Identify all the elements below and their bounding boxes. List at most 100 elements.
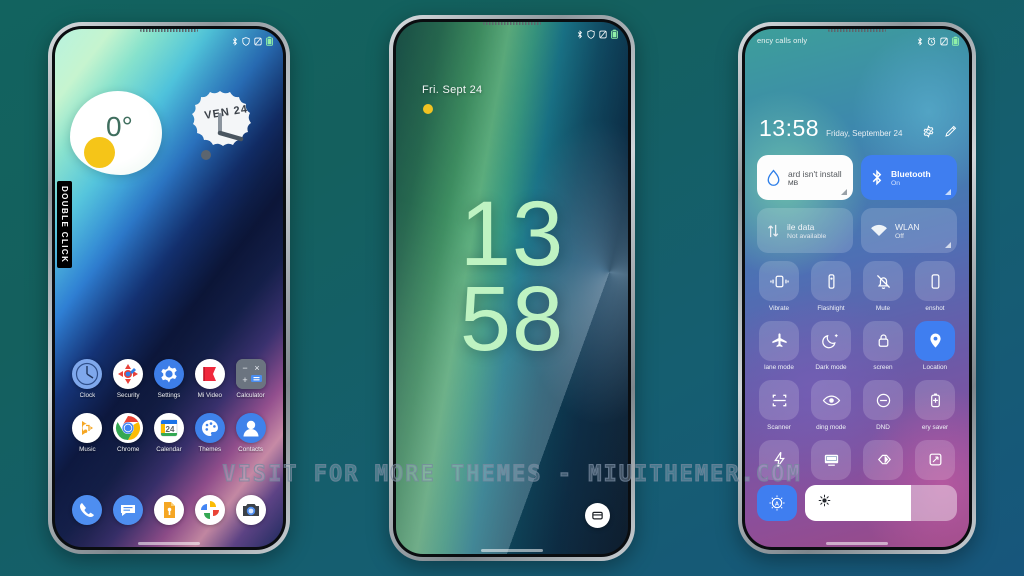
qs-item[interactable]: enshot: [913, 261, 957, 312]
home-indicator[interactable]: [138, 542, 200, 545]
bluetooth-icon: [232, 36, 237, 46]
qs-item[interactable]: Vibrate: [757, 261, 801, 312]
app-label: Contacts: [238, 446, 264, 453]
control-center-time: 13:58: [759, 115, 820, 141]
qs-item[interactable]: Dark mode: [809, 320, 853, 371]
pencil-icon[interactable]: [944, 125, 957, 138]
dock-item[interactable]: [149, 495, 190, 525]
app-item[interactable]: 24 Calendar: [149, 413, 190, 453]
svg-text:×: ×: [254, 363, 259, 373]
qs-item[interactable]: ding mode: [809, 380, 853, 431]
control-center-date: Friday, September 24: [826, 129, 903, 138]
qs-button[interactable]: [759, 261, 799, 301]
clock-icon: [72, 359, 103, 389]
app-item[interactable]: Chrome: [108, 413, 149, 453]
app-label: Calendar: [156, 446, 182, 453]
qs-item[interactable]: Location: [913, 320, 957, 371]
qs-label: Mute: [875, 304, 891, 312]
scanner-icon: [772, 394, 786, 406]
qs-button[interactable]: [863, 320, 903, 361]
tile-expand-corner[interactable]: [841, 189, 847, 195]
tile-title: ard isn't install: [788, 168, 842, 179]
brightness-slider[interactable]: [805, 485, 957, 521]
qs-label: ery saver: [921, 423, 949, 431]
qs-item[interactable]: DND: [861, 380, 905, 431]
qs-button[interactable]: [811, 261, 851, 301]
qs-item[interactable]: ery saver: [913, 380, 957, 431]
tile-expand-corner[interactable]: [945, 189, 951, 195]
weather-temperature: 0°: [106, 111, 133, 142]
dock-item[interactable]: [230, 495, 271, 525]
tile-sub: Off: [895, 232, 904, 240]
dock-item[interactable]: [108, 495, 149, 525]
tile-mobile-data[interactable]: ile data Not available: [757, 208, 853, 253]
files-icon: [153, 495, 184, 525]
alarm-icon: [927, 36, 936, 46]
qs-button[interactable]: [863, 261, 903, 301]
qs-item[interactable]: Scanner: [757, 380, 801, 431]
dnd-icon: [876, 393, 890, 407]
wallet-button[interactable]: [585, 503, 610, 528]
lock-screen-date: Fri. Sept 24: [422, 84, 483, 96]
tile-sub: Not available: [787, 232, 827, 240]
tile-wlan[interactable]: WLAN Off: [861, 208, 957, 253]
app-label: Calculator: [236, 392, 265, 399]
qs-item[interactable]: lane mode: [757, 320, 801, 371]
app-item[interactable]: Settings: [149, 359, 190, 399]
qs-button[interactable]: [915, 261, 955, 301]
big-tiles: ard isn't install MB Bluetooth On ile da…: [757, 155, 957, 253]
tile-title: Bluetooth: [891, 168, 931, 179]
clock-hours: 13: [459, 183, 565, 285]
qs-item[interactable]: Mute: [861, 261, 905, 312]
dock-item[interactable]: [67, 495, 108, 525]
qs-label: Vibrate: [768, 304, 790, 312]
screenshot-icon: [931, 273, 939, 289]
qs-label: Scanner: [767, 423, 791, 431]
gear-icon: [153, 359, 184, 389]
tile-bluetooth[interactable]: Bluetooth On: [861, 155, 957, 200]
bell-off-icon: [876, 274, 890, 289]
qs-item[interactable]: screen: [861, 320, 905, 371]
app-item[interactable]: Clock: [67, 359, 108, 399]
app-label: Mi Video: [197, 392, 222, 399]
qs-item[interactable]: Flashlight: [809, 261, 853, 312]
clock-widget[interactable]: VEN 24: [175, 89, 265, 177]
app-item[interactable]: Music: [67, 413, 108, 453]
home-indicator[interactable]: [481, 549, 543, 552]
tile-storage[interactable]: ard isn't install MB: [757, 155, 853, 200]
photos-icon: [194, 495, 225, 525]
auto-brightness-button[interactable]: A: [757, 485, 797, 521]
qs-button[interactable]: [811, 380, 851, 420]
qs-button[interactable]: [759, 380, 799, 420]
qs-button[interactable]: [863, 380, 903, 420]
qs-button[interactable]: [915, 320, 955, 361]
phone-icon: [72, 495, 103, 525]
app-item[interactable]: − × + Calculator: [230, 359, 271, 399]
bluetooth-icon: [872, 169, 882, 185]
dock: [67, 495, 271, 525]
water-drop-icon: [767, 168, 780, 186]
app-item[interactable]: Themes: [189, 413, 230, 453]
qs-button[interactable]: [759, 320, 799, 361]
dock-item[interactable]: [189, 495, 230, 525]
screenshot-stage: DOUBLE CLICK 0° VEN 24 Clock Security Se…: [0, 0, 1024, 576]
qs-button[interactable]: [811, 320, 851, 361]
qs-button[interactable]: [915, 380, 955, 420]
security-icon: [113, 359, 144, 389]
home-indicator[interactable]: [826, 542, 888, 545]
control-center-actions: [922, 125, 957, 140]
weather-widget[interactable]: 0°: [70, 91, 162, 175]
app-item[interactable]: Mi Video: [189, 359, 230, 399]
app-item[interactable]: Security: [108, 359, 149, 399]
tile-expand-corner[interactable]: [945, 242, 951, 248]
qs-label: ding mode: [816, 423, 846, 431]
chrome-icon: [113, 413, 144, 443]
tile-sub: MB: [788, 179, 799, 187]
calendar-icon: 24: [153, 413, 184, 443]
notification-dot[interactable]: [423, 104, 433, 114]
app-item[interactable]: Contacts: [230, 413, 271, 453]
qs-label: DND: [876, 423, 890, 431]
phone1-status-bar: [55, 29, 283, 49]
data-arrows-icon: [767, 224, 779, 237]
gear-icon[interactable]: [922, 125, 935, 138]
